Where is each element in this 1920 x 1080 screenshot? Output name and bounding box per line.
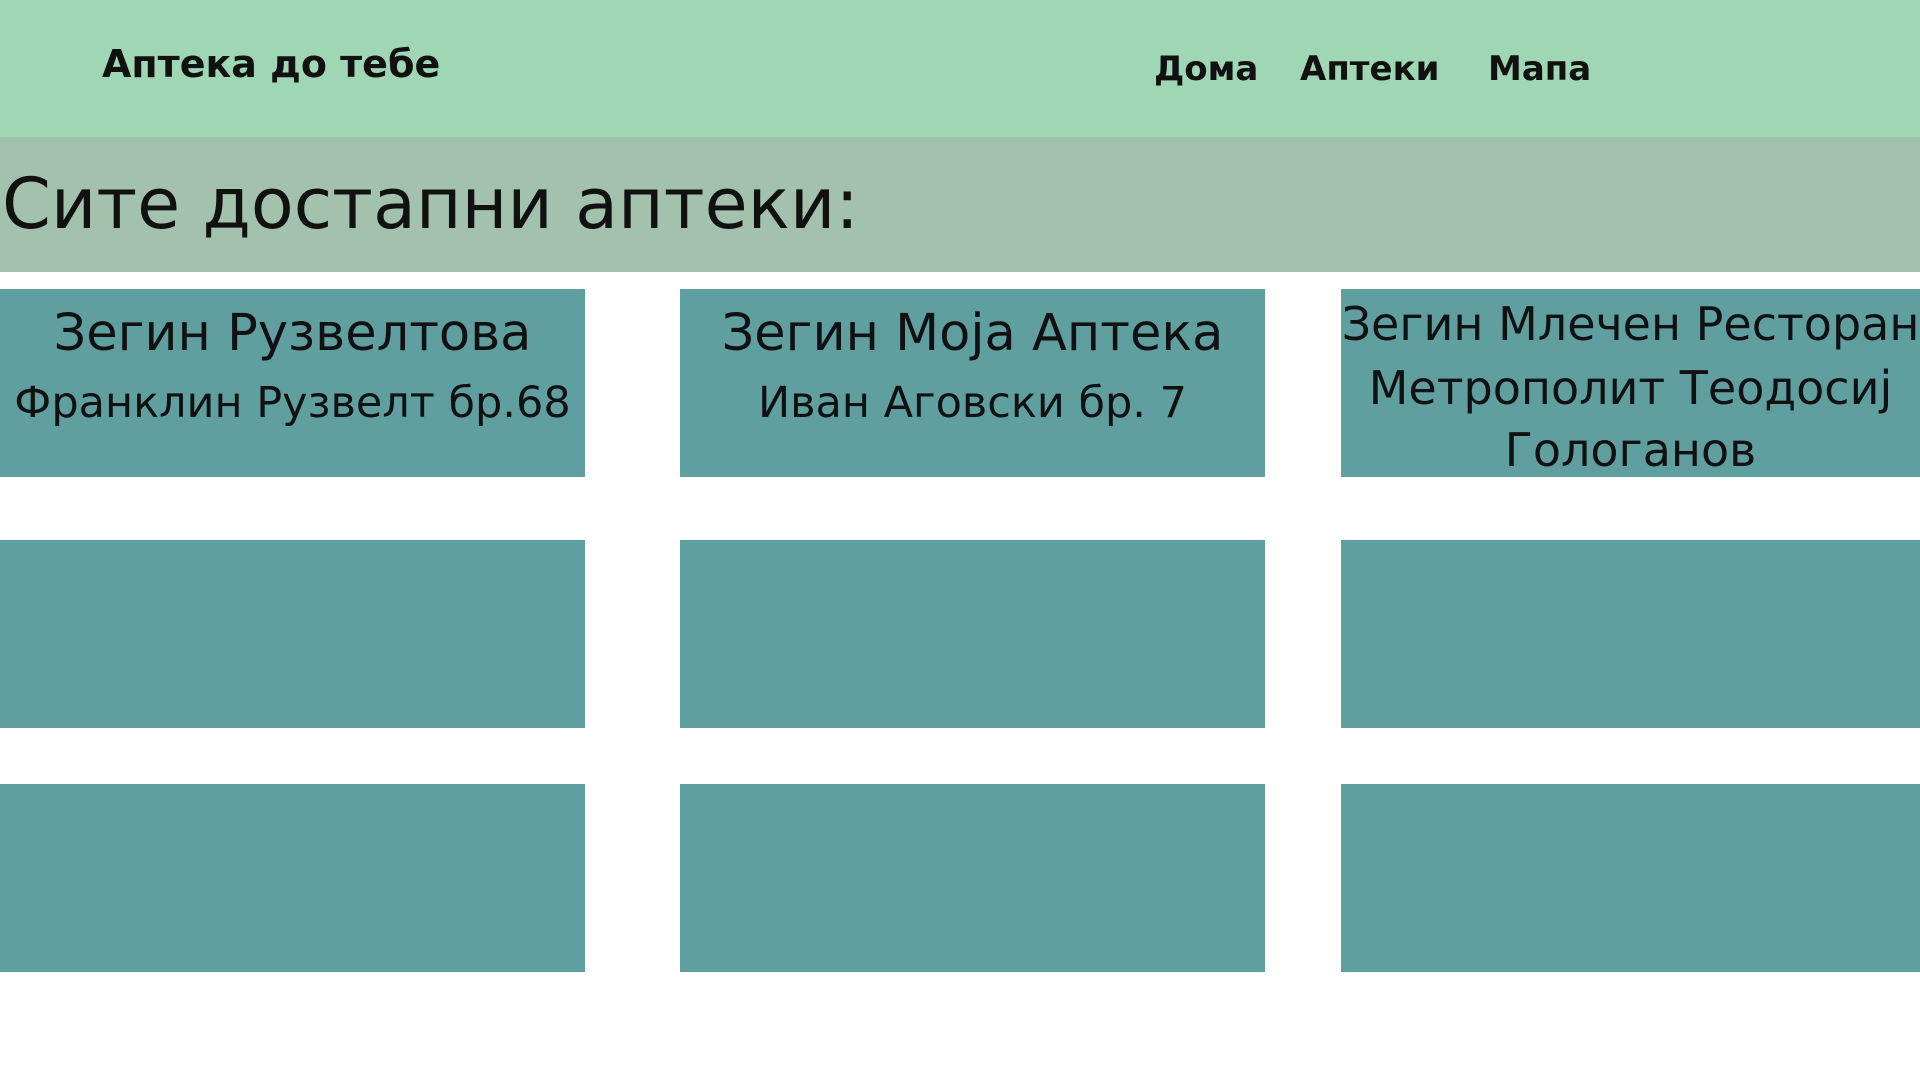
pharmacy-card-empty[interactable] bbox=[680, 540, 1265, 728]
nav-link-home[interactable]: Дома bbox=[1154, 49, 1258, 89]
pharmacy-address: Метрополит Теодосиј Гологанов bbox=[1368, 361, 1893, 477]
pharmacy-card-empty[interactable] bbox=[0, 540, 585, 728]
pharmacy-card-empty[interactable] bbox=[1341, 540, 1920, 728]
page-title: Сите достапни аптеки: bbox=[2, 163, 859, 245]
brand-logo-text[interactable]: Аптека до тебе bbox=[102, 42, 440, 86]
top-navbar: Аптека до тебе Дома Аптеки Мапа bbox=[0, 0, 1920, 137]
pharmacy-address: Франклин Рузвелт бр.68 bbox=[14, 378, 571, 429]
pharmacy-card[interactable]: Зегин Моја Аптека Иван Аговски бр. 7 bbox=[680, 289, 1265, 477]
pharmacy-card[interactable]: Зегин Рузвелтова Франклин Рузвелт бр.68 bbox=[0, 289, 585, 477]
nav-link-map[interactable]: Мапа bbox=[1488, 49, 1591, 89]
pharmacy-address: Иван Аговски бр. 7 bbox=[757, 378, 1188, 429]
nav-link-pharmacies[interactable]: Аптеки bbox=[1300, 49, 1439, 89]
pharmacy-name: Зегин Моја Аптека bbox=[721, 304, 1224, 363]
pharmacy-name: Зегин Рузвелтова bbox=[53, 304, 532, 363]
pharmacy-card-empty[interactable] bbox=[1341, 784, 1920, 972]
pharmacy-name: Зегин Млечен Ресторан bbox=[1341, 297, 1920, 351]
page-title-banner: Сите достапни аптеки: bbox=[0, 137, 1920, 272]
pharmacy-card-empty[interactable] bbox=[680, 784, 1265, 972]
pharmacy-card[interactable]: Зегин Млечен Ресторан Метрополит Теодоси… bbox=[1341, 289, 1920, 477]
pharmacy-card-empty[interactable] bbox=[0, 784, 585, 972]
